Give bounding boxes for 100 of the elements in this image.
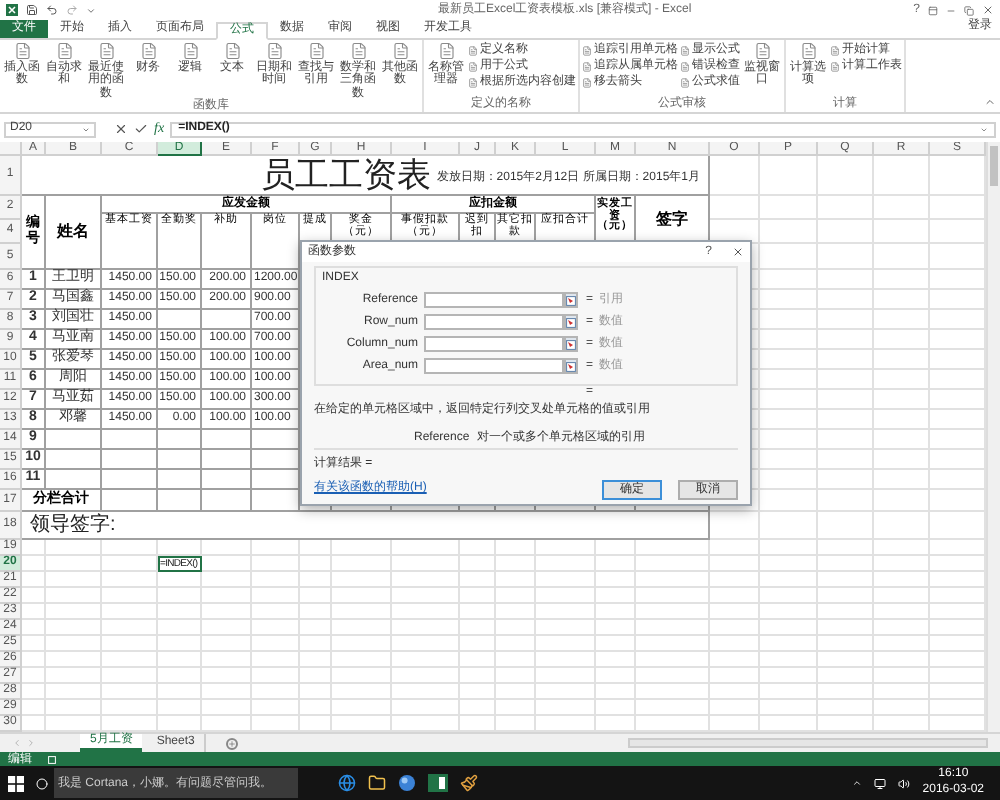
grid-cell	[818, 410, 874, 430]
grid-cell	[158, 430, 202, 450]
range-selector-icon	[566, 317, 576, 327]
grid-cell	[818, 350, 874, 370]
grid-cell	[710, 196, 760, 220]
macro-icon[interactable]	[48, 755, 56, 763]
volume-icon[interactable]	[898, 777, 911, 789]
document-icon	[349, 42, 367, 60]
document-icon	[582, 78, 592, 88]
grid-cell	[818, 330, 874, 350]
grid-cell	[874, 156, 930, 196]
grid-cell	[710, 156, 760, 196]
document-icon	[223, 42, 241, 60]
grid-cell	[760, 490, 818, 512]
cortana-icon	[36, 777, 48, 789]
signature-label: 领导签字:	[30, 511, 116, 540]
grid-cell	[760, 330, 818, 350]
restore-icon[interactable]	[964, 5, 974, 15]
grid-cell	[874, 430, 930, 450]
grid-cell	[874, 244, 930, 270]
ribbon-options-icon[interactable]	[928, 5, 938, 15]
network-icon[interactable]	[874, 777, 887, 789]
browser-icon[interactable]	[338, 774, 356, 792]
grid-cell	[102, 470, 158, 490]
customize-icon[interactable]	[86, 5, 96, 15]
argument-field[interactable]	[424, 358, 564, 374]
document-icon	[55, 42, 73, 60]
document-icon	[830, 46, 840, 56]
grid-cell	[760, 410, 818, 430]
grid-cell	[818, 270, 874, 290]
document-icon	[680, 62, 690, 72]
grid-cell	[874, 330, 930, 350]
grid-cell	[818, 370, 874, 390]
grid-cell	[818, 290, 874, 310]
grid-cell	[202, 430, 252, 450]
document-icon	[97, 42, 115, 60]
grid-cell	[760, 310, 818, 330]
grid-cell	[818, 470, 874, 490]
grid-cell	[818, 390, 874, 410]
grid-cell	[818, 244, 874, 270]
grid-cell	[874, 390, 930, 410]
range-selector-button[interactable]	[564, 314, 578, 330]
range-selector-icon	[566, 361, 576, 371]
document-icon	[181, 42, 199, 60]
range-selector-button[interactable]	[564, 336, 578, 352]
add-sheet-button[interactable]	[226, 737, 239, 749]
close-icon[interactable]	[982, 4, 994, 16]
grid-cell	[760, 390, 818, 410]
grid-cell	[760, 290, 818, 310]
document-icon	[753, 42, 771, 60]
grid-cell	[874, 512, 930, 540]
grid-cell	[818, 310, 874, 330]
vertical-scrollbar[interactable]	[986, 142, 1000, 732]
argument-field[interactable]	[424, 314, 564, 330]
grid-cell	[818, 490, 874, 512]
spreadsheet-app-icon[interactable]	[428, 774, 448, 792]
grid-cell	[102, 450, 158, 470]
undo-icon[interactable]	[46, 4, 58, 16]
grid-cell	[874, 290, 930, 310]
document-icon	[139, 42, 157, 60]
grid-cell	[874, 270, 930, 290]
grid-cell	[874, 220, 930, 244]
paint-icon[interactable]	[460, 774, 478, 792]
document-icon	[265, 42, 283, 60]
tray-expand-icon[interactable]	[852, 778, 863, 788]
save-icon[interactable]	[26, 4, 38, 16]
grid-cell	[760, 270, 818, 290]
grid-cell	[202, 490, 252, 512]
grid-cell	[874, 450, 930, 470]
argument-field[interactable]	[424, 336, 564, 352]
argument-field[interactable]	[424, 292, 564, 308]
close-icon[interactable]	[732, 246, 744, 258]
enter-icon[interactable]	[134, 122, 148, 136]
document-icon	[391, 42, 409, 60]
grid-cell	[760, 220, 818, 244]
document-icon	[307, 42, 325, 60]
folder-icon[interactable]	[368, 774, 386, 792]
grid-cell	[46, 450, 102, 470]
cancel-icon[interactable]	[114, 122, 128, 136]
grid-cell	[202, 310, 252, 330]
grid-cell	[874, 350, 930, 370]
document-icon	[468, 78, 478, 88]
grid-cell	[202, 450, 252, 470]
sphere-icon[interactable]	[398, 774, 416, 792]
grid-cell	[760, 350, 818, 370]
document-icon	[468, 62, 478, 72]
windows-logo-icon[interactable]	[8, 775, 24, 791]
document-icon	[799, 42, 817, 60]
grid-cell	[202, 470, 252, 490]
document-icon	[680, 78, 690, 88]
grid-cell	[818, 430, 874, 450]
document-icon	[680, 46, 690, 56]
grid-cell	[760, 196, 818, 220]
redo-icon[interactable]	[66, 4, 78, 16]
range-selector-button[interactable]	[564, 358, 578, 374]
spreadsheet-logo-icon[interactable]	[6, 4, 18, 16]
grid-cell	[874, 370, 930, 390]
table-cell: 姓名	[46, 196, 102, 270]
horizontal-scrollbar[interactable]	[628, 738, 988, 748]
range-selector-button[interactable]	[564, 292, 578, 308]
